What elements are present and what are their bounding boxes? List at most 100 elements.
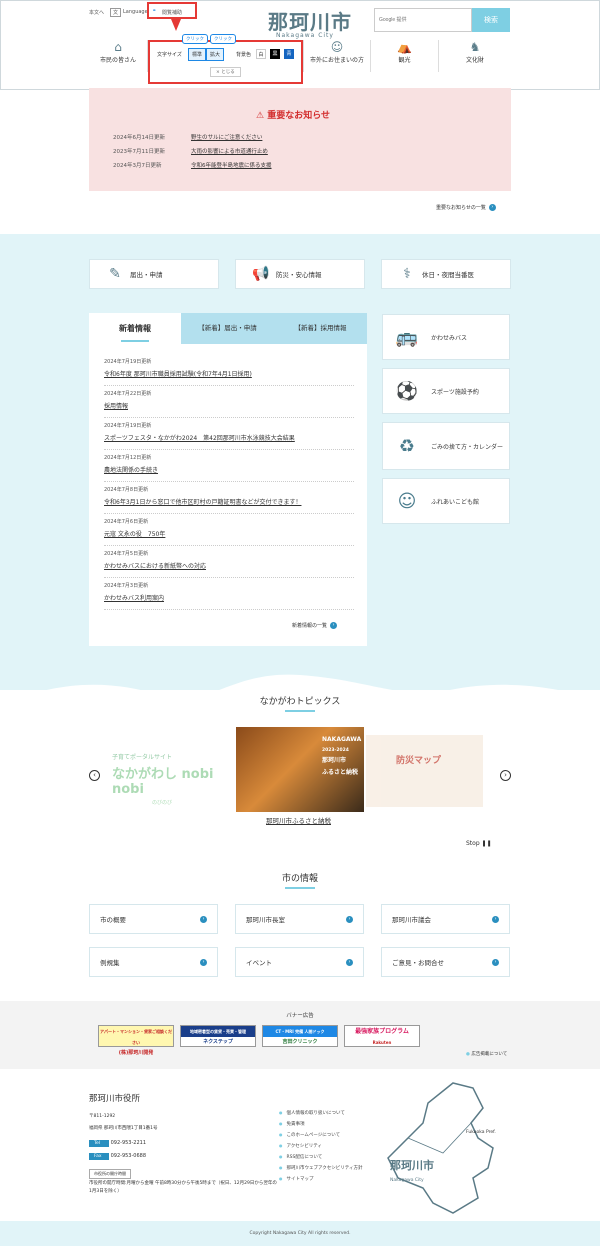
info-council[interactable]: 那珂川市議会 › (381, 904, 510, 934)
arrow-right-icon: › (492, 915, 499, 923)
footer-logo: 那珂川市 (390, 1159, 434, 1172)
quick-forms[interactable]: ✎ 届出・申請 (89, 259, 219, 289)
slide-nobinobi-sub: 子育てポータルサイト (112, 754, 173, 761)
notice-item[interactable]: 2024年3月7日更新 令和6年能登半島地震に係る支援 (113, 161, 272, 169)
slide-nobinobi-title: なかがわし nobi nobi (112, 767, 214, 797)
footer-link[interactable]: アクセシビリティ (279, 1143, 323, 1149)
arrow-right-icon: › (346, 915, 353, 923)
slider-next-button[interactable]: › (500, 770, 511, 781)
alert-icon: ⚠ (256, 111, 268, 121)
footer-link[interactable]: 那珂川市ウェブアクセシビリティ方針 (279, 1165, 363, 1171)
title-underline (285, 887, 315, 889)
list-item[interactable]: 2024年7月19日更新 スポーツフェスタ・なかがわ2024 第42回那珂川市水泳… (104, 418, 354, 450)
garbage-bag-icon: ♻ (398, 435, 416, 457)
accessibility-panel (148, 40, 303, 84)
info-overview[interactable]: 市の概要 › (89, 904, 218, 934)
reading-aid-link[interactable]: 閲覧補助 (162, 9, 182, 16)
form-icon: ✎ (109, 266, 121, 282)
slider-stop-button[interactable]: Stop ❚❚ (466, 840, 492, 847)
bg-black-button[interactable]: 黒 (270, 49, 280, 59)
nav-tourism[interactable]: ⛺ 観光 (371, 40, 439, 72)
copyright: Copyright Nakagawa City All rights reser… (0, 1221, 600, 1246)
footer-link[interactable]: RSS配信について (279, 1154, 323, 1160)
footer-address: 福岡県 那珂川市西隈1丁目1番1号 (89, 1126, 158, 1131)
list-item[interactable]: 2024年7月5日更新 かわせみバスにおける新紙幣への対応 (104, 546, 354, 578)
slider-prev-button[interactable]: ‹ (89, 770, 100, 781)
quick-disaster[interactable]: 📢 防災・安心情報 (235, 259, 365, 289)
slide-nobinobi-tag: のびのび (152, 800, 173, 806)
language-link[interactable]: Language (123, 9, 148, 15)
info-mayor[interactable]: 那珂川市長室 › (235, 904, 364, 934)
banner-about-link[interactable]: ● 広告掲載について (466, 1051, 507, 1057)
topics-title: なかがわトピックス (259, 697, 341, 707)
arrow-right-icon: › (200, 915, 207, 923)
tab-underline (121, 340, 149, 342)
children-icon: ☺ (397, 490, 417, 512)
list-item[interactable]: 2024年7月8日更新 令和6年3月1日から窓口で他市区町村の戸籍証明書などが交付… (104, 482, 354, 514)
footer-logo-sub: Nakagawa City (390, 1178, 424, 1183)
footer-tel: Tel 092-953-2211 (89, 1140, 146, 1147)
info-contact[interactable]: ご意見・お問合せ › (381, 947, 510, 977)
tent-icon: ⛺ (397, 40, 412, 54)
tab-new-forms[interactable]: 【新着】届出・申請 (181, 313, 274, 344)
close-panel-button[interactable]: × とじる (210, 67, 241, 77)
list-item[interactable]: 2024年7月19日更新 令和6年度 那珂川市職員採用試験(令和7年4月1日採用) (104, 354, 354, 386)
footer-fax: Fax 092-953-0688 (89, 1153, 146, 1160)
bg-white-button[interactable]: 白 (256, 49, 266, 59)
font-enlarge-button[interactable]: 拡大 (206, 48, 225, 61)
slide-caption[interactable]: 那珂川市ふるさと納税 (266, 815, 331, 825)
click-hint-bubble: クリック (210, 34, 236, 44)
arrow-right-icon: › (488, 204, 496, 211)
skip-to-content-link[interactable]: 本文へ (89, 9, 104, 16)
info-regulations[interactable]: 例規集 › (89, 947, 218, 977)
footer-hours-title: 市役所の開庁時間 (89, 1169, 131, 1179)
list-item[interactable]: 2024年7月12日更新 農地法関係の手続き (104, 450, 354, 482)
slide-bousai-map[interactable]: 防災マップ (366, 735, 483, 807)
megaphone-icon: 📢 (252, 266, 270, 282)
side-kids[interactable]: ☺ ふれあいこども館 (382, 478, 510, 524)
sports-icon: ⚽ (395, 380, 419, 402)
font-standard-button[interactable]: 標準 (188, 48, 207, 61)
red-arrow-down-icon (171, 19, 181, 31)
banner-ad[interactable]: アパート・マンション・貸家ご相談ください (株)那珂川開発 (98, 1025, 174, 1056)
side-sports[interactable]: ⚽ スポーツ施設予約 (382, 368, 510, 414)
click-hint-bubble: クリック (182, 34, 208, 44)
info-events[interactable]: イベント › (235, 947, 364, 977)
banner-ad[interactable]: 最強家族プログラム Rakuten (344, 1025, 420, 1047)
quick-doctors[interactable]: ⚕ 休日・夜間当番医 (381, 259, 511, 289)
list-item[interactable]: 2024年7月6日更新 元寇 文永の役 750年 (104, 514, 354, 546)
slide-nobinobi[interactable]: 子育てポータルサイト なかがわし nobi nobi のびのび (112, 752, 236, 806)
side-bus[interactable]: 🚌 かわせみバス (382, 314, 510, 360)
site-logo-sub: Nakagawa City (276, 32, 334, 39)
notice-item[interactable]: 2023年7月11日更新 大雨の影響による市道通行止め (113, 147, 268, 155)
footer-link[interactable]: このホームページについて (279, 1132, 341, 1138)
banner-ad[interactable]: 地域密着型の賃貸・売買・管理 ネクステップ (180, 1025, 256, 1047)
news-more-link[interactable]: 新着情報の一覧 › (292, 622, 338, 629)
arrow-right-icon: › (346, 958, 353, 966)
side-garbage[interactable]: ♻ ごみの捨て方・カレンダー (382, 422, 510, 470)
footer-link[interactable]: 個人情報の取り扱いについて (279, 1110, 345, 1116)
arrow-right-icon: › (492, 958, 499, 966)
notice-more-link[interactable]: 重要なお知らせの一覧 › (436, 204, 496, 211)
house-icon: ⌂ (114, 40, 122, 54)
bg-blue-button[interactable]: 青 (284, 49, 294, 59)
banner-ad[interactable]: CT・MRI 完備 人間ドック 吉田クリニック (262, 1025, 338, 1047)
tab-new-recruit[interactable]: 【新着】採用情報 (274, 313, 367, 344)
list-item[interactable]: 2024年7月22日更新 採用情報 (104, 386, 354, 418)
font-size-label: 文字サイズ (157, 52, 182, 58)
arrow-right-icon: › (330, 622, 338, 629)
list-item[interactable]: 2024年7月3日更新 かわせみバス利用案内 (104, 578, 354, 610)
search-button[interactable]: 検索 (472, 8, 510, 32)
stethoscope-icon: ⚕ (403, 266, 411, 282)
search-input[interactable] (374, 8, 472, 32)
nav-cultural-assets[interactable]: ♞ 文化財 (439, 40, 511, 72)
people-icon: ☺ (330, 40, 344, 54)
nav-residents[interactable]: ⌂ 市民の皆さん (89, 40, 148, 72)
slide-furusato-text: NAKAGAWA 2023-2024 那珂川市 ふるさと納税 (322, 736, 362, 776)
site-logo[interactable]: 那珂川市 (268, 6, 352, 35)
notice-item[interactable]: 2024年6月14日更新 野生のサルにご注意ください (113, 133, 262, 141)
footer-link[interactable]: サイトマップ (279, 1176, 314, 1182)
footer-link[interactable]: 免責事項 (279, 1121, 305, 1127)
nav-non-residents[interactable]: ☺ 市外にお住まいの方 (303, 40, 371, 72)
notice-title: ⚠ 重要なお知らせ (256, 111, 331, 121)
